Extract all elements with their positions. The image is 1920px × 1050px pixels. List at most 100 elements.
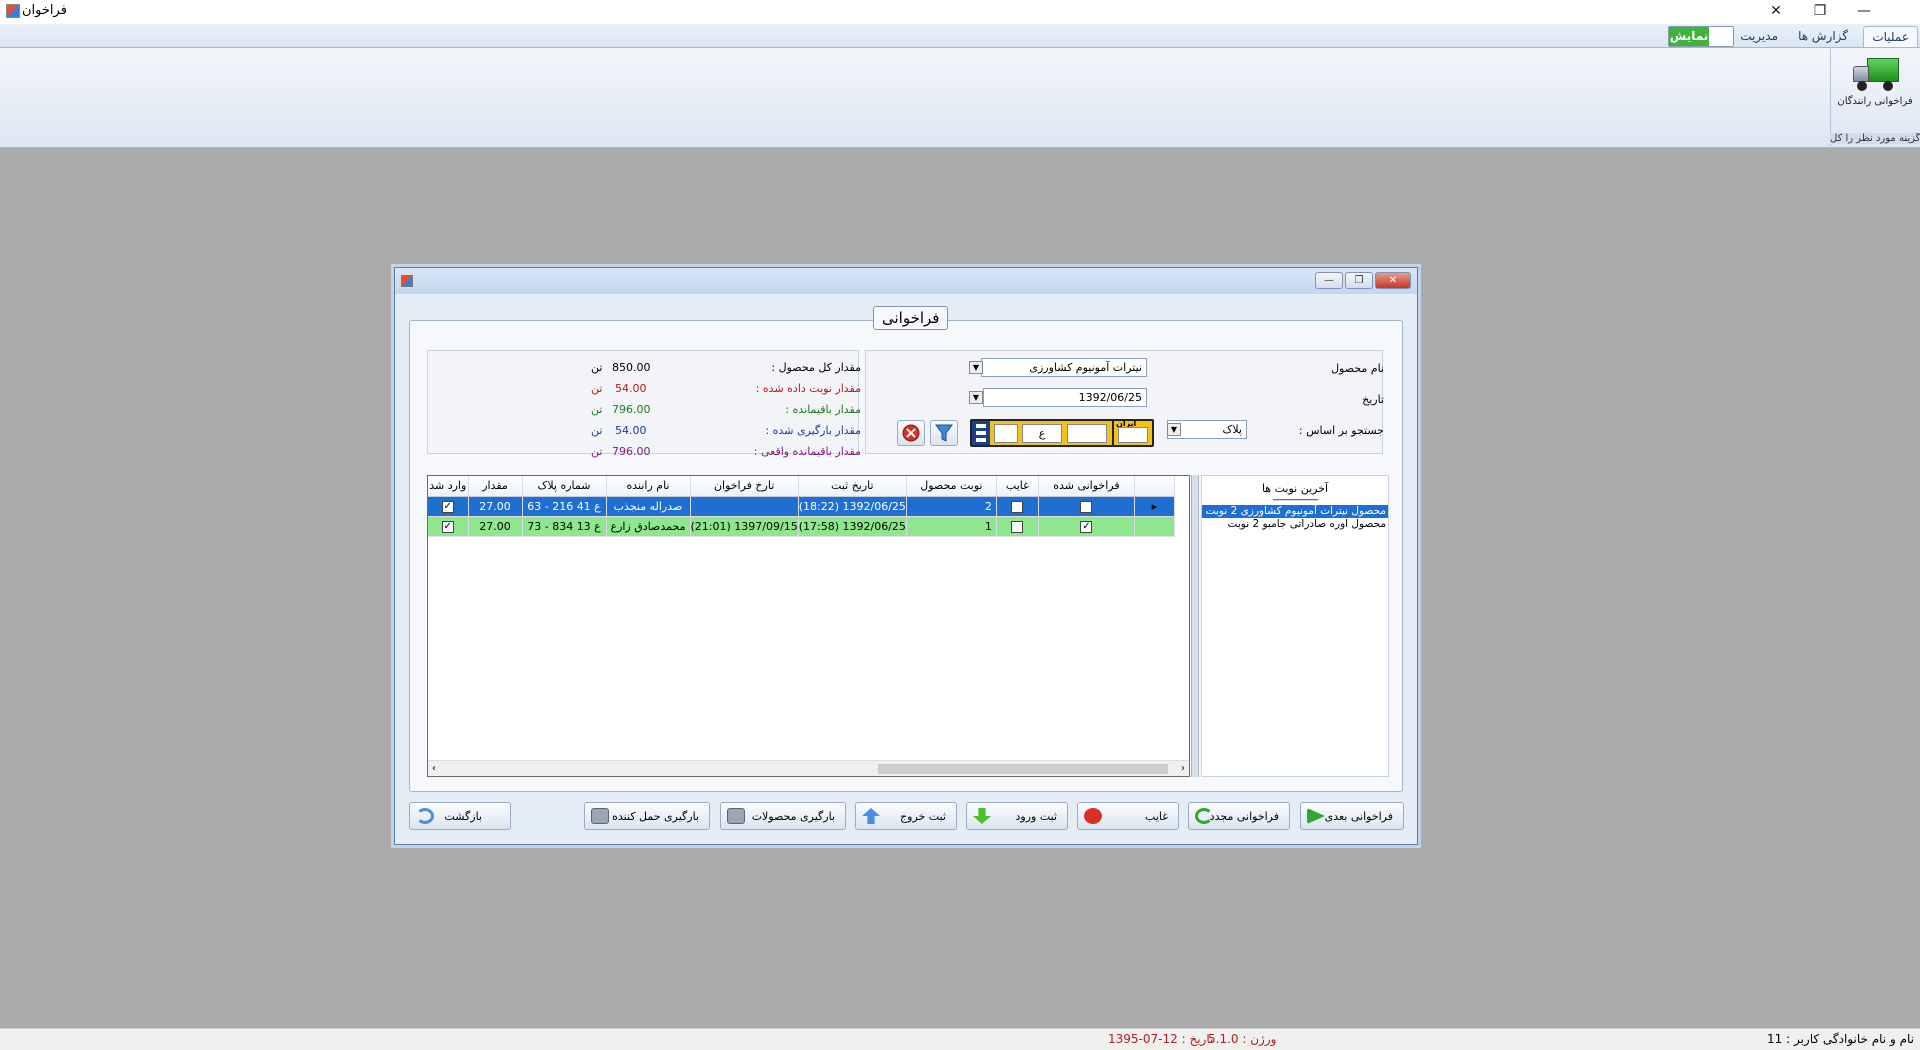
stat-label-remaining: مقدار باقیمانده : <box>785 403 861 416</box>
load-products-button[interactable]: بارگیری محصولات <box>720 802 846 830</box>
checkbox-unchecked-icon <box>1011 520 1024 533</box>
ribbon-tabs: عملیات گزارش ها مدیریت نمایش <box>0 24 1920 48</box>
last-queue-divider: -------------------- <box>1272 495 1319 505</box>
called-checkbox[interactable]: ✓ <box>1038 516 1135 537</box>
status-version: ورژن : 5.1.0 <box>1208 1032 1277 1046</box>
stat-value-assigned: 54.00 <box>615 382 647 395</box>
plate-input: ع ایران <box>970 419 1154 447</box>
list-item[interactable]: محصول اوره صادراتی جامبو 2 نوبت <box>1202 518 1388 531</box>
truck-icon <box>1851 54 1899 94</box>
amount-cell: 27.00 <box>468 496 523 517</box>
row-selector-icon[interactable]: ▸ <box>1134 496 1175 517</box>
panel-splitter[interactable] <box>1191 475 1199 777</box>
col-amount[interactable]: مقدار <box>468 476 523 497</box>
register-entry-button[interactable]: ثبت ورود <box>966 802 1068 830</box>
call-date-cell: 1397/09/15 (21:01) <box>690 516 799 537</box>
absent-label: غایب <box>1145 809 1168 823</box>
refresh-icon <box>1195 808 1213 824</box>
col-turn[interactable]: نوبت محصول <box>906 476 997 497</box>
stat-label-total: مقدار کل محصول : <box>771 361 861 374</box>
plate-region-field[interactable] <box>1118 427 1148 443</box>
filter-button[interactable] <box>930 420 958 446</box>
date-field[interactable]: 1392/06/25 <box>983 388 1147 407</box>
col-absent[interactable]: غایب <box>996 476 1039 497</box>
show-toggle[interactable]: نمایش <box>1668 26 1734 47</box>
stat-label-actual-remaining: مقدار باقیمانده واقعی : <box>753 445 861 458</box>
minimize-button[interactable]: — <box>1842 0 1886 22</box>
date-label: تاریخ <box>1362 393 1384 406</box>
product-dropdown-icon[interactable]: ▼ <box>969 361 983 374</box>
filter-icon <box>935 424 953 442</box>
scroll-thumb[interactable] <box>878 764 1168 774</box>
dialog-icon <box>401 275 413 287</box>
tab-management[interactable]: مدیریت <box>1732 26 1786 47</box>
stat-value-actual-remaining: 796.00 <box>612 445 651 458</box>
plate-part-2[interactable] <box>1067 424 1107 443</box>
table-row[interactable]: ✓ 1 1392/06/25 (17:58) 1397/09/15 (21:01… <box>428 516 1175 537</box>
stat-value-loaded: 54.00 <box>615 424 647 437</box>
last-queue-title: آخرین نوبت ها <box>1261 482 1329 495</box>
plate-part-1[interactable] <box>994 424 1018 443</box>
stat-label-loaded: مقدار بارگیری شده : <box>765 424 861 437</box>
dialog-maximize-button[interactable]: ❐ <box>1345 272 1373 289</box>
status-user: نام و نام خانوادگی کاربر : 11 <box>1767 1032 1914 1046</box>
ribbon-body: فراخوانی رانندگان گزینه مورد نظر را کل..… <box>0 48 1920 148</box>
col-call-date[interactable]: تارخ فراخوان <box>690 476 799 497</box>
product-select[interactable]: نیترات آمونیوم کشاورزی <box>981 358 1147 377</box>
register-entry-label: ثبت ورود <box>1015 809 1057 823</box>
date-dropdown-icon[interactable]: ▼ <box>969 391 983 404</box>
register-exit-button[interactable]: ثبت خروج <box>855 802 957 830</box>
search-label: جستجو بر اساس : <box>1298 424 1384 437</box>
checkbox-unchecked-icon <box>1080 500 1093 513</box>
col-entered[interactable]: وارد شد <box>428 476 469 497</box>
scroll-left-icon[interactable]: ‹ <box>432 761 436 777</box>
col-plate[interactable]: شماره پلاک <box>522 476 607 497</box>
clear-filter-button[interactable] <box>897 420 925 446</box>
stat-unit-actual-remaining: تن <box>591 445 603 458</box>
title-bar: فراخوان — ❐ ✕ <box>0 0 1920 24</box>
app-icon <box>6 4 20 18</box>
back-button[interactable]: بازگشت <box>409 802 511 830</box>
next-call-button[interactable]: فراخوانی بعدی <box>1300 802 1404 830</box>
call-drivers-button[interactable]: فراخوانی رانندگان <box>1836 52 1914 124</box>
tab-reports[interactable]: گزارش ها <box>1790 26 1856 47</box>
plate-letter-select[interactable]: ع <box>1022 424 1062 443</box>
load-carrier-button[interactable]: بارگیری حمل کننده <box>584 802 710 830</box>
grid-horizontal-scrollbar[interactable]: ‹ › <box>428 760 1189 776</box>
called-checkbox[interactable] <box>1038 496 1135 517</box>
entered-checkbox[interactable]: ✓ <box>428 496 469 517</box>
next-call-label: فراخوانی بعدی <box>1324 809 1393 823</box>
show-toggle-label: نمایش <box>1669 27 1709 46</box>
row-selector[interactable] <box>1134 516 1175 537</box>
absent-checkbox[interactable] <box>996 516 1039 537</box>
close-button[interactable]: ✕ <box>1754 0 1798 22</box>
ribbon-group-caption: گزینه مورد نظر را کل... <box>1830 133 1920 144</box>
checkbox-checked-icon: ✓ <box>1080 520 1093 533</box>
maximize-button[interactable]: ❐ <box>1798 0 1842 22</box>
stat-value-remaining: 796.00 <box>612 403 651 416</box>
dialog-close-button[interactable]: ✕ <box>1375 272 1411 289</box>
remove-icon <box>902 424 920 442</box>
stat-unit-remaining: تن <box>591 403 603 416</box>
scroll-right-icon[interactable]: › <box>1181 761 1185 777</box>
col-called[interactable]: فراخوانی شده <box>1038 476 1135 497</box>
window-title: فراخوان <box>22 3 67 18</box>
col-reg-date[interactable]: تاریخ ثبت <box>798 476 907 497</box>
absent-button[interactable]: غایب <box>1077 802 1179 830</box>
col-driver[interactable]: نام راننده <box>606 476 691 497</box>
status-date: تاریخ : 12-07-1395 <box>1108 1032 1214 1046</box>
back-label: بازگشت <box>444 809 482 823</box>
table-row[interactable]: ▸ 2 1392/06/25 (18:22) صدراله منجذب 63 -… <box>428 496 1175 517</box>
dialog-minimize-button[interactable]: — <box>1315 272 1343 289</box>
back-arrow-icon <box>416 808 434 824</box>
tab-operations[interactable]: عملیات <box>1863 26 1918 47</box>
checkbox-unchecked-icon <box>1011 500 1024 513</box>
product-label: نام محصول <box>1331 362 1384 375</box>
plate-cell: 73 - 834 ع 13 <box>522 516 607 537</box>
search-type-dropdown-icon[interactable]: ▼ <box>1167 423 1181 436</box>
absent-checkbox[interactable] <box>996 496 1039 517</box>
recall-button[interactable]: فراخوانی مجدد <box>1188 802 1290 830</box>
entered-checkbox[interactable]: ✓ <box>428 516 469 537</box>
queue-grid: فراخوانی شده غایب نوبت محصول تاریخ ثبت ت… <box>427 475 1190 777</box>
list-item[interactable]: محصول نیترات آمونیوم کشاورزی 2 نوبت <box>1202 505 1388 518</box>
